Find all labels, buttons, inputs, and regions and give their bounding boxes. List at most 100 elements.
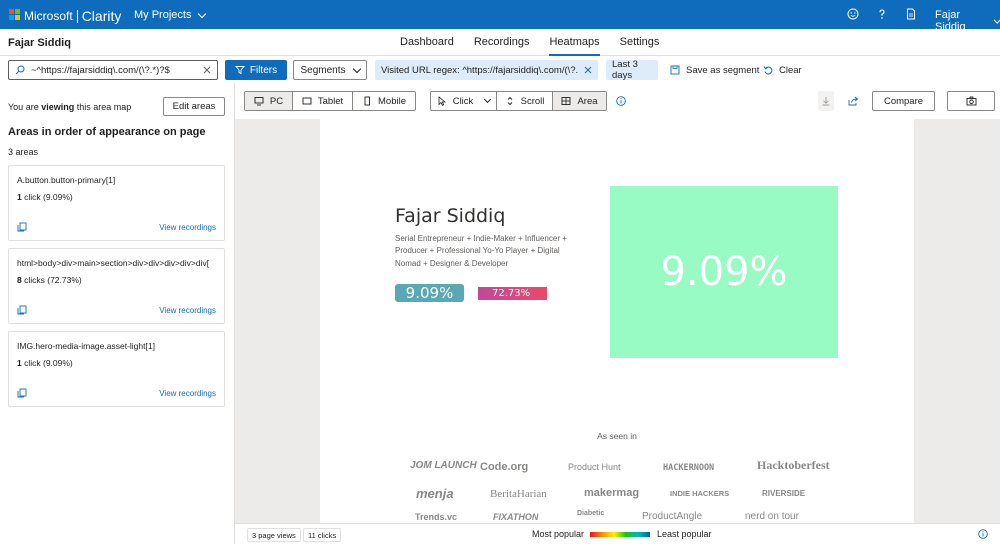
info-icon[interactable] xyxy=(978,529,988,539)
copy-icon[interactable] xyxy=(17,222,27,232)
chevron-down-icon xyxy=(993,15,1000,24)
area-card[interactable]: IMG.hero-media-image.asset-light[1] 1 cl… xyxy=(8,331,225,407)
projects-label: My Projects xyxy=(134,9,192,21)
url-search-value: ~^https://fajarsiddiq\.com/(\?.*)?$ xyxy=(31,64,170,76)
chevron-down-icon xyxy=(198,9,207,18)
heatmap-toolbar: PC Tablet Mobile Click Scroll Area Compa… xyxy=(235,83,1000,119)
area-card[interactable]: A.button.button-primary[1] 1 click (9.09… xyxy=(8,165,225,241)
clear-label: Clear xyxy=(779,64,802,76)
help-icon[interactable] xyxy=(876,8,888,20)
area-overlay-button-primary[interactable]: 9.09% xyxy=(395,284,464,302)
info-icon[interactable] xyxy=(616,96,626,106)
screenshot-button[interactable] xyxy=(947,91,995,111)
clicks-count: 11 clicks xyxy=(303,528,342,542)
search-icon xyxy=(15,65,25,75)
heatmap-page-preview[interactable]: Fajar Siddiq Serial Entrepreneur + Indie… xyxy=(320,119,914,523)
hero-name: Fajar Siddiq xyxy=(395,205,506,227)
scroll-icon xyxy=(507,96,512,106)
mode-scroll-button[interactable]: Scroll xyxy=(497,92,553,110)
logo-diabetic: Diabetic xyxy=(577,510,605,517)
device-mobile-button[interactable]: Mobile xyxy=(353,92,415,110)
filter-row: ~^https://fajarsiddiq\.com/(\?.*)?$ Filt… xyxy=(0,56,1000,83)
area-selector: html>body>div>main>section>div>div>div>d… xyxy=(17,258,210,268)
download-button[interactable] xyxy=(818,91,834,111)
filter-icon xyxy=(234,66,245,75)
logo-product-hunt: Product Hunt xyxy=(568,462,621,472)
top-bar: Microsoft Clarity My Projects Fajar Sidd… xyxy=(0,0,1000,33)
tab-dashboard[interactable]: Dashboard xyxy=(390,29,464,56)
compare-button[interactable]: Compare xyxy=(872,91,935,111)
sub-header: Fajar Siddiq Dashboard Recordings Heatma… xyxy=(0,29,1000,56)
area-selector: IMG.hero-media-image.asset-light[1] xyxy=(17,341,155,351)
copy-icon[interactable] xyxy=(17,388,27,398)
area-clicks: 1 click (9.09%) xyxy=(17,192,73,202)
feedback-smiley-icon[interactable] xyxy=(847,8,859,20)
area-overlay-hero-image[interactable]: 9.09% xyxy=(610,186,838,358)
chevron-down-icon[interactable] xyxy=(484,95,492,104)
area-clicks: 8 clicks (72.73%) xyxy=(17,275,82,285)
logo-hackernoon: HACKERNOON xyxy=(663,463,715,473)
device-pc-button[interactable]: PC xyxy=(245,92,293,110)
tab-settings[interactable]: Settings xyxy=(610,29,670,56)
logo-jom-launch: JOM LAUNCH xyxy=(410,460,477,471)
tab-heatmaps[interactable]: Heatmaps xyxy=(539,29,609,56)
remove-filter-icon[interactable] xyxy=(584,66,592,74)
logo-menja: menja xyxy=(416,486,454,501)
clear-button[interactable]: Clear xyxy=(763,60,802,80)
popularity-gradient-legend xyxy=(590,532,650,537)
clear-search-icon[interactable] xyxy=(203,66,211,74)
share-icon xyxy=(848,96,858,106)
heatmap-mode-switcher: Click Scroll Area xyxy=(430,91,607,111)
heatmap-status-bar: 3 page views 11 clicks Most popular Leas… xyxy=(235,523,1000,544)
url-search-input[interactable]: ~^https://fajarsiddiq\.com/(\?.*)?$ xyxy=(8,60,218,80)
area-clicks: 1 click (9.09%) xyxy=(17,358,73,368)
mode-area-button[interactable]: Area xyxy=(553,92,606,110)
edit-areas-button[interactable]: Edit areas xyxy=(163,97,225,116)
areas-panel: You are viewing this area map Edit areas… xyxy=(0,83,235,544)
view-recordings-link[interactable]: View recordings xyxy=(159,306,216,315)
visited-url-chip-label: Visited URL regex: ^https://fajarsiddiq\… xyxy=(381,64,578,76)
device-mobile-label: Mobile xyxy=(378,95,406,107)
logo-fixathon: FIXATHON xyxy=(493,512,539,522)
area-overlay-section[interactable]: 72.73% xyxy=(478,287,547,300)
mobile-icon xyxy=(364,96,370,106)
projects-dropdown[interactable]: My Projects xyxy=(134,9,207,21)
area-card[interactable]: html>body>div>main>section>div>div>div>d… xyxy=(8,248,225,324)
logo-indie-hackers: INDIE HACKERS xyxy=(670,489,730,498)
logo-code-org: Code.org xyxy=(480,461,529,473)
share-button[interactable] xyxy=(846,91,860,111)
nav-tabs: Dashboard Recordings Heatmaps Settings xyxy=(390,29,669,56)
mode-area-label: Area xyxy=(577,95,598,107)
logo-productangle: ProductAngle xyxy=(642,511,703,522)
segments-dropdown[interactable]: Segments xyxy=(293,60,367,80)
brand[interactable]: Microsoft Clarity xyxy=(24,8,121,24)
legend-most-popular: Most popular xyxy=(532,529,585,539)
areas-title: Areas in order of appearance on page xyxy=(8,126,206,138)
visited-url-filter-chip[interactable]: Visited URL regex: ^https://fajarsiddiq\… xyxy=(375,60,598,80)
logo-trends-vc: Trends.vc xyxy=(415,512,458,522)
area-icon xyxy=(562,97,571,105)
view-recordings-link[interactable]: View recordings xyxy=(159,223,216,232)
device-tablet-button[interactable]: Tablet xyxy=(293,92,353,110)
document-icon[interactable] xyxy=(905,8,917,20)
area-selector: A.button.button-primary[1] xyxy=(17,175,116,185)
logo-berita-harian: BeritaHarian xyxy=(490,488,547,500)
mode-click-button[interactable]: Click xyxy=(431,92,497,110)
save-as-segment-button[interactable]: Save as segment xyxy=(670,60,759,80)
filters-label: Filters xyxy=(249,64,278,76)
brand-product: Clarity xyxy=(81,8,122,24)
logo-nerd-on-tour: nerd on tour xyxy=(745,511,799,522)
cursor-icon xyxy=(438,96,446,106)
logo-hacktoberfest: Hacktoberfest xyxy=(757,458,830,472)
tab-recordings[interactable]: Recordings xyxy=(464,29,540,56)
legend-least-popular: Least popular xyxy=(657,529,712,539)
view-recordings-link[interactable]: View recordings xyxy=(159,389,216,398)
device-tablet-label: Tablet xyxy=(317,95,344,107)
camera-icon xyxy=(966,96,976,106)
date-range-chip[interactable]: Last 3 days xyxy=(606,59,658,81)
viewing-area-map-text: You are viewing this area map xyxy=(8,102,132,112)
copy-icon[interactable] xyxy=(17,305,27,315)
page-views-count: 3 page views xyxy=(247,528,301,542)
filters-button[interactable]: Filters xyxy=(225,60,287,80)
mode-scroll-label: Scroll xyxy=(520,95,545,107)
